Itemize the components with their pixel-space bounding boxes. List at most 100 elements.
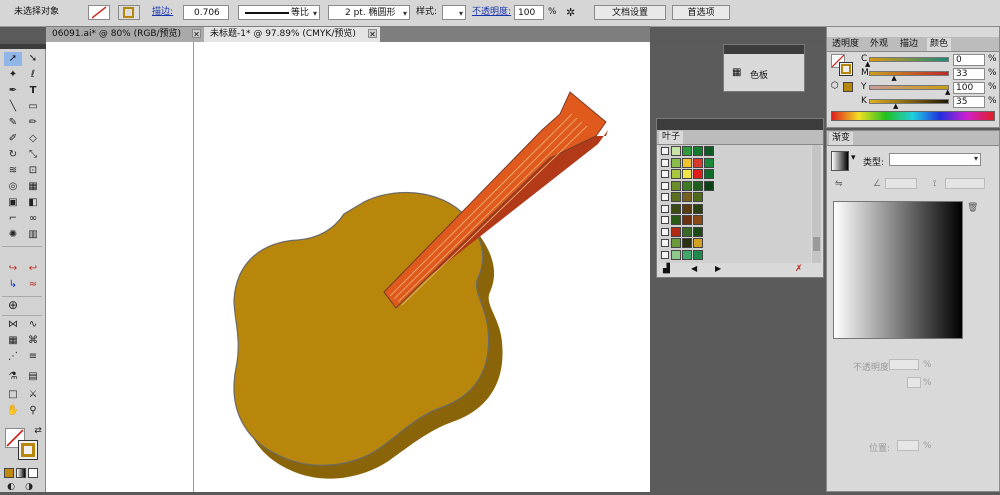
color-swatch[interactable] xyxy=(693,192,703,202)
eyedropper-tool-icon[interactable]: ⌐ xyxy=(4,212,22,226)
color-swatch[interactable] xyxy=(693,238,703,248)
color-group-icon[interactable] xyxy=(661,170,669,178)
slider-thumb-icon[interactable]: ▲ xyxy=(865,60,870,68)
out-of-gamut-icon[interactable]: ⬡ xyxy=(831,81,839,91)
tab-color[interactable]: 颜色 xyxy=(927,38,952,51)
tab-untitled-1[interactable]: 未标题-1* @ 97.89% (CMYK/预览) ✕ xyxy=(204,27,380,42)
next-library-icon[interactable]: ▶ xyxy=(715,264,721,273)
graph-tool-icon[interactable]: ⋰ xyxy=(4,350,22,364)
perspective-grid-tool-icon[interactable]: ▦ xyxy=(24,180,42,194)
color-swatch[interactable] xyxy=(671,169,681,179)
artboard-frame-tool-icon[interactable]: □ xyxy=(4,388,22,402)
anchor-tool-icon[interactable]: ↪ xyxy=(4,262,22,276)
color-swatch[interactable] xyxy=(682,180,692,191)
lasso-tool-icon[interactable]: ℓ xyxy=(24,68,42,82)
live-paint-tool-icon[interactable]: ⌘ xyxy=(24,334,42,348)
gradient-type-dropdown[interactable] xyxy=(889,153,981,166)
color-swatch[interactable] xyxy=(682,169,692,179)
chart-tool-icon[interactable]: ▤ xyxy=(24,370,42,384)
opacity-input[interactable]: 100 xyxy=(514,5,544,20)
brush-definition-dropdown[interactable]: 2 pt. 椭圆形 xyxy=(328,5,410,21)
curvature-tool-icon[interactable]: ↩ xyxy=(24,262,42,276)
slider-thumb-icon[interactable]: ▲ xyxy=(945,88,950,96)
tab-06091[interactable]: 06091.ai* @ 80% (RGB/预览) ✕ xyxy=(46,27,204,42)
swap-fill-stroke-icon[interactable]: ⇄ xyxy=(29,424,47,438)
line-tool-icon[interactable]: ╲ xyxy=(4,100,22,114)
color-group-icon[interactable] xyxy=(661,239,669,247)
color-swatch[interactable] xyxy=(693,157,703,168)
column-graph-tool-icon[interactable]: ▥ xyxy=(24,228,42,242)
delete-swatch-icon[interactable]: ✗ xyxy=(795,264,803,274)
slider-thumb-icon[interactable]: ▲ xyxy=(893,102,898,110)
color-swatch[interactable] xyxy=(682,192,692,202)
rectangle-tool-icon[interactable]: ▭ xyxy=(24,100,42,114)
color-swatch[interactable] xyxy=(693,146,703,156)
tab-leaves[interactable]: 叶子 xyxy=(659,131,684,144)
channel-input-c[interactable]: 0 xyxy=(953,54,985,66)
color-swatch[interactable] xyxy=(693,226,703,237)
mesh-tool-icon[interactable]: ▣ xyxy=(4,196,22,210)
color-group-icon[interactable] xyxy=(661,181,669,190)
eraser-tool-icon[interactable]: ◇ xyxy=(24,132,42,146)
color-swatch[interactable] xyxy=(671,238,681,248)
shape-builder-tool-icon[interactable]: ◎ xyxy=(4,180,22,194)
stroke-indicator[interactable] xyxy=(18,440,38,460)
color-swatch[interactable] xyxy=(671,192,681,202)
rotate-tool-icon[interactable]: ↻ xyxy=(4,148,22,162)
color-swatch[interactable] xyxy=(671,215,681,225)
channel-input-y[interactable]: 100 xyxy=(953,82,985,94)
delete-stop-icon[interactable]: 🗑︎ xyxy=(967,203,978,213)
color-swatch[interactable] xyxy=(704,180,714,191)
color-swatch[interactable] xyxy=(682,215,692,225)
magic-wand-tool-icon[interactable]: ✦ xyxy=(4,68,22,82)
tab-appearance[interactable]: 外观 xyxy=(867,38,891,51)
blend-tool-icon[interactable]: ∞ xyxy=(24,212,42,226)
width-tool-icon[interactable]: ↳ xyxy=(4,278,22,292)
gradient-mode-icon[interactable] xyxy=(16,468,26,478)
gradient-menu-arrow-icon[interactable]: ▾ xyxy=(851,153,856,163)
color-stroke-indicator[interactable] xyxy=(839,62,853,76)
direct-selection-tool-icon[interactable]: ➘ xyxy=(24,52,42,66)
color-spectrum-bar[interactable] xyxy=(831,111,995,121)
gradient-position-input[interactable] xyxy=(897,440,919,451)
gradient-stop-input[interactable] xyxy=(907,377,921,388)
gradient-slider-preview[interactable] xyxy=(833,201,963,339)
scale-tool-icon[interactable]: ⤡ xyxy=(24,148,42,162)
free-transform-tool-icon[interactable]: ⊡ xyxy=(24,164,42,178)
hand-tool-icon[interactable]: ✋ xyxy=(4,404,22,418)
color-mode-icon[interactable] xyxy=(4,468,14,478)
color-swatch[interactable] xyxy=(682,203,692,214)
mesh-grid-tool-icon[interactable]: ▦ xyxy=(4,334,22,348)
document-setup-button[interactable]: 文档设置 xyxy=(594,5,666,20)
artboard[interactable] xyxy=(193,42,650,492)
color-swatch[interactable] xyxy=(671,180,681,191)
close-icon[interactable]: ✕ xyxy=(368,29,377,39)
swatch-library-icon[interactable]: ▟ xyxy=(663,264,670,274)
color-swatch[interactable] xyxy=(671,226,681,237)
stroke-weight-input[interactable]: 0.706 xyxy=(183,5,229,20)
knife-tool-icon[interactable]: ⚔ xyxy=(24,388,42,402)
artboard-tool-icon[interactable]: ⋈ xyxy=(4,318,22,332)
color-group-icon[interactable] xyxy=(661,147,669,155)
type-tool-icon[interactable]: T xyxy=(24,84,42,98)
gradient-opacity-input[interactable] xyxy=(889,359,919,370)
channel-input-k[interactable]: 35 xyxy=(953,96,985,108)
selection-tool-icon[interactable]: ➚ xyxy=(4,52,22,66)
pen-tool-icon[interactable]: ✒ xyxy=(4,84,22,98)
style-dropdown[interactable] xyxy=(442,5,466,21)
close-icon[interactable]: ✕ xyxy=(192,29,201,39)
color-group-icon[interactable] xyxy=(661,193,669,201)
swatch-scrollbar[interactable] xyxy=(812,145,821,263)
symbol-sprayer-tool-icon[interactable]: ✺ xyxy=(4,228,22,242)
channel-input-m[interactable]: 33 xyxy=(953,68,985,80)
color-swatch[interactable] xyxy=(682,238,692,248)
color-group-icon[interactable] xyxy=(661,227,669,236)
aspect-ratio-input[interactable] xyxy=(945,178,985,189)
paintbrush-tool-icon[interactable]: ✎ xyxy=(4,116,22,130)
path-tool-icon[interactable]: ≈ xyxy=(24,278,42,292)
blob-brush-tool-icon[interactable]: ✐ xyxy=(4,132,22,146)
gradient-tool-icon[interactable]: ◧ xyxy=(24,196,42,210)
scrollbar-thumb[interactable] xyxy=(813,237,820,251)
reverse-gradient-icon[interactable]: ⇋ xyxy=(835,179,843,189)
slider-thumb-icon[interactable]: ▲ xyxy=(891,74,896,82)
